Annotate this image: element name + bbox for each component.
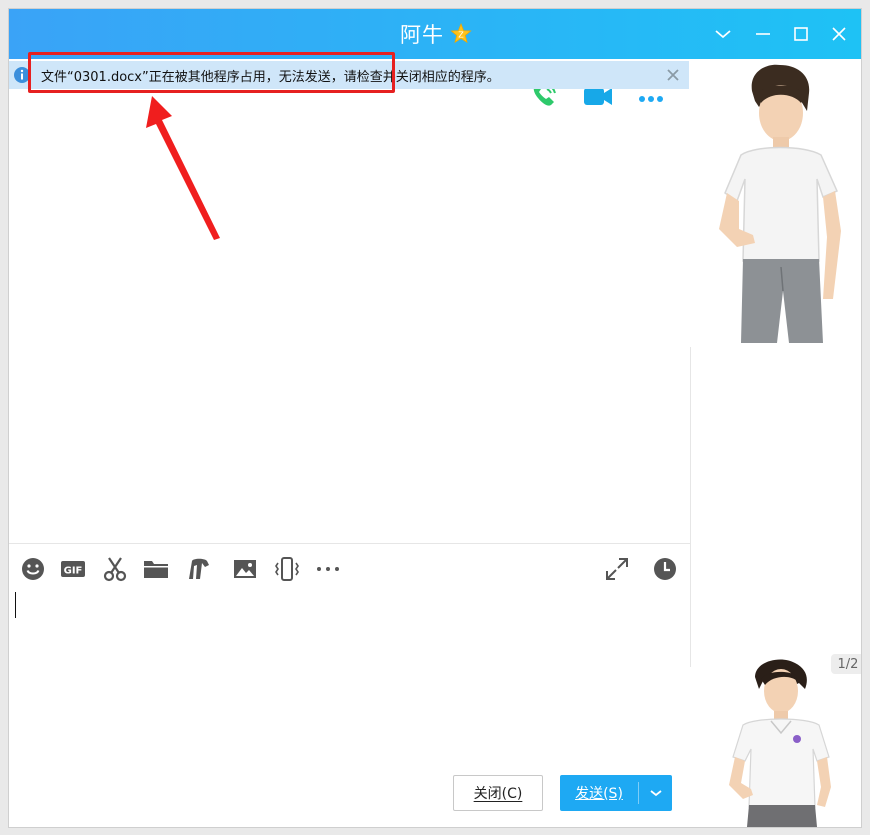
image-icon[interactable] — [231, 555, 259, 583]
message-input[interactable] — [9, 589, 690, 774]
remote-assist-icon[interactable] — [185, 555, 213, 583]
more-icon[interactable] — [314, 555, 342, 583]
minimize-button[interactable] — [748, 19, 778, 49]
emoji-icon[interactable] — [19, 555, 47, 583]
shake-icon[interactable] — [273, 555, 301, 583]
my-avatar-show[interactable] — [699, 657, 862, 827]
close-button[interactable]: 关闭(C) — [453, 775, 543, 811]
history-icon[interactable] — [651, 555, 679, 583]
maximize-icon — [794, 27, 808, 41]
dropdown-button[interactable] — [708, 19, 738, 49]
minimize-icon — [756, 33, 770, 35]
close-icon — [832, 27, 846, 41]
vip-badge-icon[interactable]: Z — [450, 23, 472, 45]
chevron-down-icon — [649, 790, 662, 797]
notice-close-icon[interactable] — [665, 67, 681, 83]
send-button-group: 发送(S) — [560, 775, 672, 811]
side-divider — [690, 347, 691, 667]
svg-text:Z: Z — [458, 31, 464, 40]
annotation-arrow-icon — [146, 96, 220, 240]
contact-name[interactable]: 阿牛 — [400, 19, 444, 49]
scissors-icon[interactable] — [101, 555, 129, 583]
message-area[interactable] — [9, 89, 689, 544]
text-caret — [15, 592, 16, 618]
maximize-button[interactable] — [786, 19, 816, 49]
close-window-button[interactable] — [824, 19, 854, 49]
send-button[interactable]: 发送(S) — [560, 775, 638, 811]
chevron-down-icon — [715, 30, 731, 39]
folder-icon[interactable] — [142, 555, 170, 583]
fullscreen-icon[interactable] — [603, 555, 631, 583]
svg-text:GIF: GIF — [64, 566, 83, 577]
chat-window: 阿牛 Z 文件“0301.docx”正在被其他程序占用，无法发送，请检查并关闭相… — [8, 8, 862, 828]
contact-avatar-show[interactable] — [697, 61, 862, 343]
gif-icon[interactable]: GIF — [59, 555, 87, 583]
toolbar-divider — [9, 543, 690, 544]
send-options-button[interactable] — [639, 775, 672, 811]
annotation-highlight-box — [28, 52, 395, 93]
